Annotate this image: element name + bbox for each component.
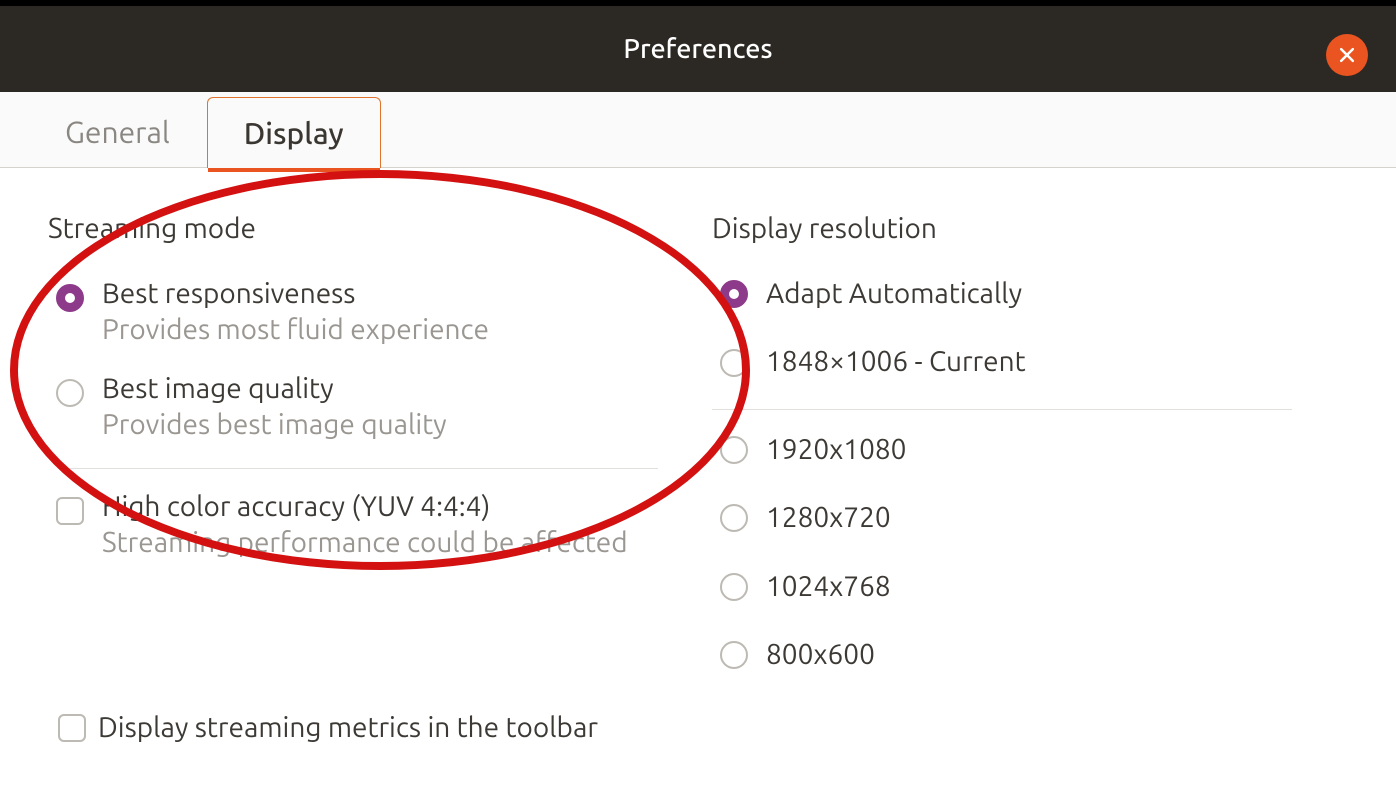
option-resolution-1920x1080[interactable]: 1920x1080 xyxy=(712,428,1356,496)
option-resolution-800x600[interactable]: 800x600 xyxy=(712,633,1356,701)
radio-icon xyxy=(720,641,748,669)
option-label: Best image quality xyxy=(102,371,447,407)
tab-display[interactable]: Display xyxy=(207,97,381,168)
checkbox-icon xyxy=(56,497,84,525)
option-sub: Provides best image quality xyxy=(102,407,447,443)
option-label: 1848×1006 - Current xyxy=(766,344,1026,380)
tab-bar: General Display xyxy=(0,92,1396,168)
option-resolution-current[interactable]: 1848×1006 - Current xyxy=(712,340,1356,408)
divider xyxy=(58,468,658,469)
display-resolution-heading: Display resolution xyxy=(712,213,1356,244)
option-label: Adapt Automatically xyxy=(766,276,1022,312)
option-text: High color accuracy (YUV 4:4:4) Streamin… xyxy=(102,489,628,562)
option-best-responsiveness[interactable]: Best responsiveness Provides most fluid … xyxy=(48,272,692,367)
window-title: Preferences xyxy=(623,34,772,64)
option-display-metrics[interactable]: Display streaming metrics in the toolbar xyxy=(58,710,598,746)
option-label: Best responsiveness xyxy=(102,276,489,312)
option-high-color-accuracy[interactable]: High color accuracy (YUV 4:4:4) Streamin… xyxy=(48,485,692,580)
radio-icon xyxy=(56,284,84,312)
streaming-mode-section: Streaming mode Best responsiveness Provi… xyxy=(48,213,692,701)
radio-icon xyxy=(720,504,748,532)
option-label: 800x600 xyxy=(766,637,875,673)
display-resolution-section: Display resolution Adapt Automatically 1… xyxy=(692,213,1356,701)
option-text: Best responsiveness Provides most fluid … xyxy=(102,276,489,349)
radio-icon xyxy=(720,280,748,308)
close-icon xyxy=(1337,45,1357,65)
option-resolution-1280x720[interactable]: 1280x720 xyxy=(712,496,1356,564)
option-label: 1280x720 xyxy=(766,500,891,536)
streaming-mode-heading: Streaming mode xyxy=(48,213,692,244)
tab-general[interactable]: General xyxy=(28,96,207,167)
option-label: 1024x768 xyxy=(766,569,891,605)
radio-icon xyxy=(720,436,748,464)
option-sub: Provides most fluid experience xyxy=(102,312,489,348)
radio-icon xyxy=(720,573,748,601)
checkbox-icon xyxy=(58,714,86,742)
divider xyxy=(712,409,1292,410)
option-label: High color accuracy (YUV 4:4:4) xyxy=(102,489,628,525)
close-button[interactable] xyxy=(1326,34,1368,76)
option-sub: Streaming performance could be affected xyxy=(102,525,628,561)
option-adapt-automatically[interactable]: Adapt Automatically xyxy=(712,272,1356,340)
option-text: Best image quality Provides best image q… xyxy=(102,371,447,444)
content-area: Streaming mode Best responsiveness Provi… xyxy=(0,168,1396,721)
radio-icon xyxy=(56,379,84,407)
radio-icon xyxy=(720,349,748,377)
option-best-image-quality[interactable]: Best image quality Provides best image q… xyxy=(48,367,692,462)
option-label: 1920x1080 xyxy=(766,432,906,468)
option-label: Display streaming metrics in the toolbar xyxy=(98,710,598,746)
option-resolution-1024x768[interactable]: 1024x768 xyxy=(712,565,1356,633)
preferences-header: Preferences xyxy=(0,0,1396,92)
